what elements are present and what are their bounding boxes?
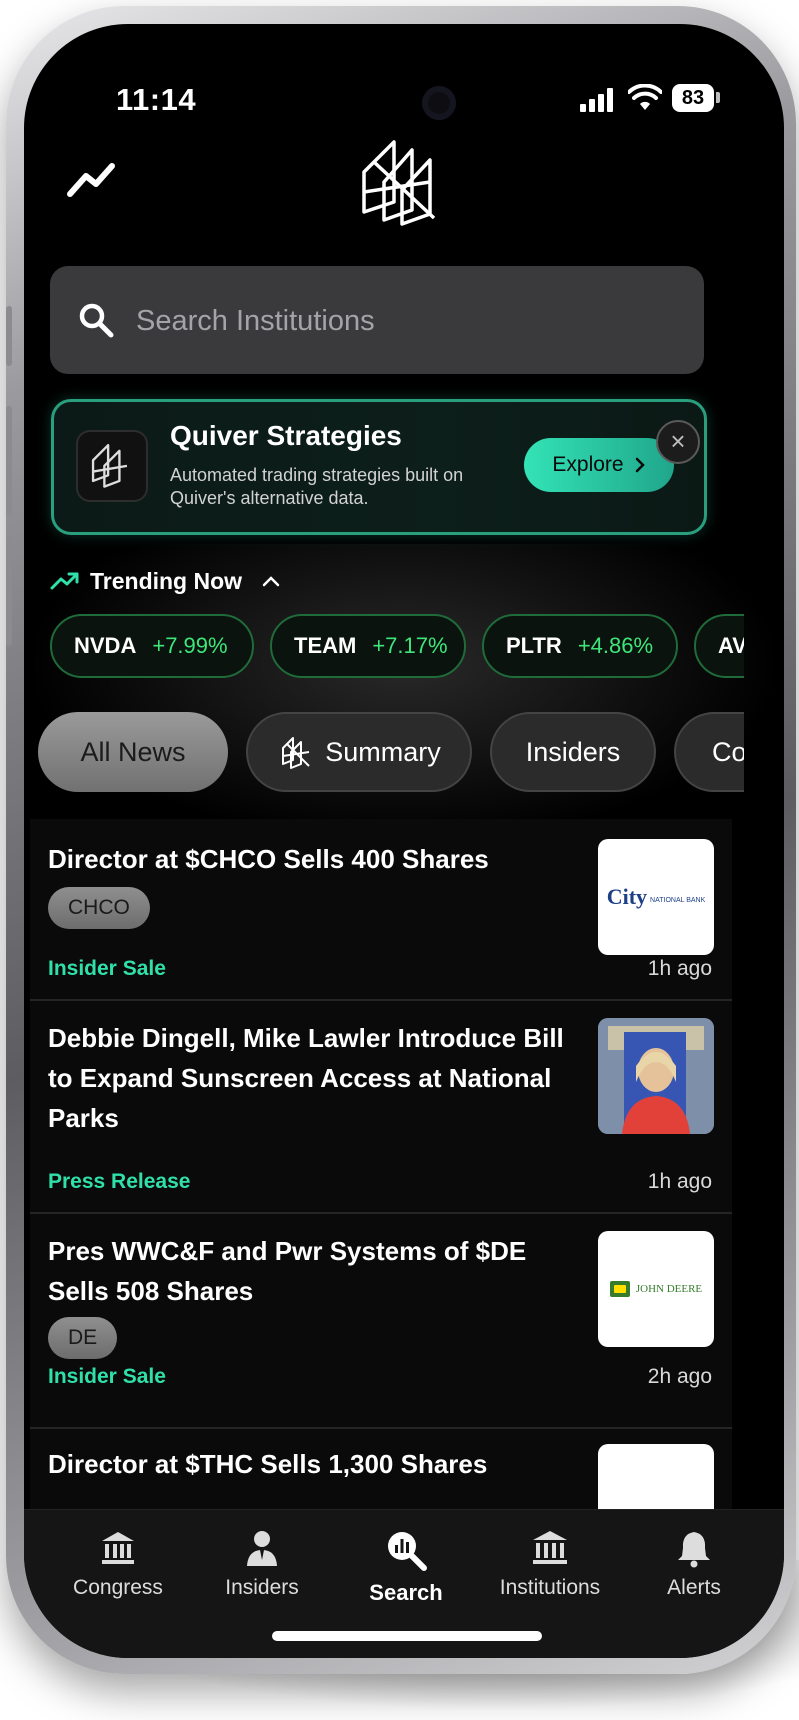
explore-button[interactable]: Explore [524,438,674,492]
news-card[interactable]: Debbie Dingell, Mike Lawler Introduce Bi… [30,1000,732,1214]
close-promo-button[interactable]: × [656,420,700,464]
front-camera [422,86,456,120]
trending-chip[interactable]: AVGO [694,614,744,678]
trending-chip[interactable]: NVDA +7.99% [50,614,254,678]
bell-icon [678,1532,710,1568]
filter-insiders[interactable]: Insiders [490,712,656,792]
bank-icon [533,1531,567,1564]
tab-label: Congress [73,1576,163,1599]
chip-change: +4.86% [577,633,654,658]
logo-subtitle: NATIONAL BANK [650,896,706,904]
john-deere-logo: JOHN DEERE [598,1231,714,1347]
search-chart-icon [388,1532,427,1571]
filter-label: Co [712,736,744,767]
news-time: 2h ago [647,1365,712,1388]
person-icon [247,1531,277,1566]
chevron-up-icon[interactable] [260,574,282,588]
filter-label: Summary [325,736,441,767]
app-screen: 11:14 83 Search Institutions Quiver Stra… [24,24,784,1658]
search-icon [79,303,114,338]
battery-indicator: 83 [672,84,714,112]
volume-up-button [6,406,12,516]
phone-frame: 11:14 83 Search Institutions Quiver Stra… [6,6,796,1674]
logo-brand: JOHN DEERE [635,1283,703,1295]
battery-tip [716,92,720,103]
news-feed: Director at $CHCO Sells 400 Shares CHCO … [30,819,732,1509]
ticker-tag[interactable]: CHCO [48,887,150,929]
ticker-tag[interactable]: DE [48,1317,118,1359]
wifi-icon [628,84,662,110]
filter-co[interactable]: Co [674,712,744,792]
news-time: 1h ago [647,957,712,980]
strategies-logo [76,430,148,502]
search-input[interactable] [134,294,678,348]
chip-ticker: NVDA [74,633,137,658]
deer-emblem-icon [609,1281,630,1297]
logo-brand: City [606,884,648,909]
tab-alerts[interactable]: Alerts [624,1528,764,1600]
promo-description: Automated trading strategies built on Qu… [170,465,464,508]
tab-label: Institutions [499,1576,601,1599]
trending-chip[interactable]: TEAM +7.17% [270,614,466,678]
quiver-logo [362,140,436,226]
tab-label: Search [369,1580,443,1605]
trending-up-icon [50,572,79,590]
news-card[interactable]: Director at $THC Sells 1,300 Shares [30,1428,732,1509]
tab-label: Alerts [667,1576,721,1599]
news-time: 1h ago [647,1170,712,1193]
tab-congress[interactable]: Congress [48,1528,188,1600]
mute-switch [6,306,12,366]
chevron-right-icon [635,457,645,473]
news-card[interactable]: Director at $CHCO Sells 400 Shares CHCO … [30,819,732,1001]
news-filter-tabs: All News Summary Insiders Co [38,712,744,798]
trending-chip[interactable]: PLTR +4.86% [482,614,678,678]
search-bar[interactable] [50,266,704,374]
city-national-bank-logo: City NATIONAL BANK [598,839,714,955]
volume-down-button [6,536,12,646]
filter-summary[interactable]: Summary [246,712,472,792]
trending-heading: Trending Now [90,567,243,594]
news-title: Pres WWC&F and Pwr Systems of $DE Sells … [48,1236,527,1306]
trending-header[interactable]: Trending Now [50,564,282,598]
quiver-logo-icon [282,737,310,769]
news-title: Director at $CHCO Sells 400 Shares [48,844,489,874]
tab-insiders[interactable]: Insiders [192,1528,332,1600]
trending-chips: NVDA +7.99% TEAM +7.17% PLTR +4.86% AVGO [50,614,744,684]
promo-banner[interactable]: Quiver Strategies Automated trading stra… [51,399,707,535]
status-time: 11:14 [116,82,197,117]
news-card[interactable]: Pres WWC&F and Pwr Systems of $DE Sells … [30,1213,732,1429]
news-title: Director at $THC Sells 1,300 Shares [48,1449,488,1479]
portrait-photo [598,1018,714,1134]
explore-button-label: Explore [552,453,624,476]
chip-change: +7.17% [372,633,448,658]
news-thumbnail [598,1444,714,1509]
news-category: Insider Sale [48,957,166,980]
filter-label: Insiders [525,736,621,767]
tab-label: Insiders [225,1576,299,1599]
news-category: Press Release [48,1170,191,1193]
chip-ticker: TEAM [294,633,357,658]
tab-search[interactable]: Search [336,1528,476,1606]
home-indicator[interactable] [272,1631,542,1641]
chip-ticker: AVGO [718,633,744,658]
filter-label: All News [80,736,186,767]
capitol-icon [102,1532,134,1564]
trending-chart-icon[interactable] [62,154,122,204]
filter-all-news[interactable]: All News [38,712,228,792]
tab-institutions[interactable]: Institutions [480,1528,620,1600]
promo-title: Quiver Strategies [170,420,402,451]
chip-ticker: PLTR [506,633,562,658]
news-title: Debbie Dingell, Mike Lawler Introduce Bi… [48,1023,564,1133]
news-category: Insider Sale [48,1365,166,1388]
cellular-signal-icon [580,88,618,112]
chip-change: +7.99% [152,633,228,658]
